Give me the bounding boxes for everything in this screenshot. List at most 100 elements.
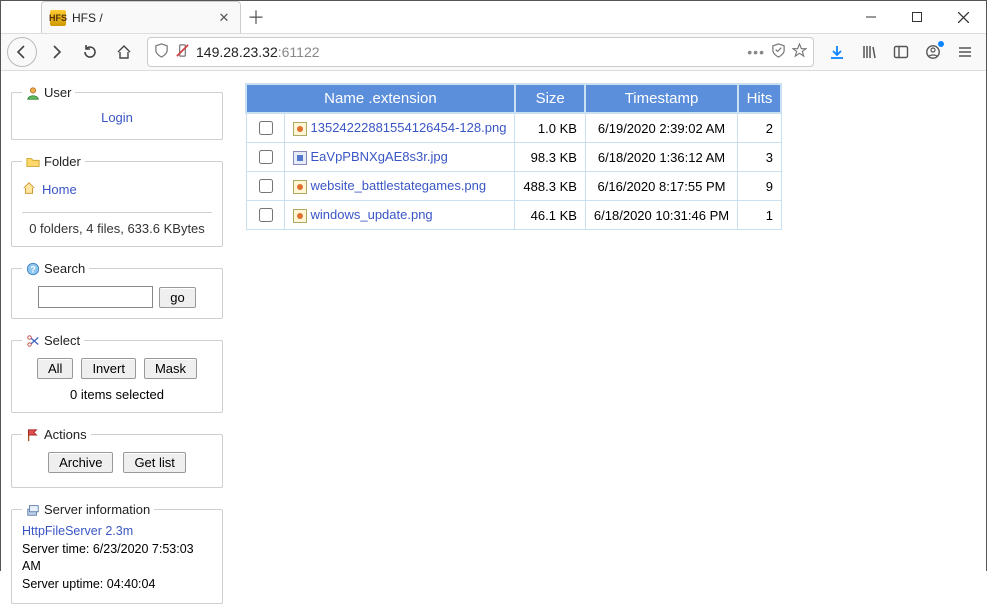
file-hits: 2: [738, 113, 782, 143]
serverinfo-version-link[interactable]: HttpFileServer 2.3m: [22, 524, 133, 538]
col-name-header[interactable]: Name .extension: [246, 84, 515, 113]
file-size: 98.3 KB: [515, 143, 586, 172]
actions-panel: Actions Archive Get list: [11, 427, 223, 488]
file-link[interactable]: EaVpPBNXgAE8s3r.jpg: [311, 149, 448, 164]
actions-legend: Actions: [22, 427, 91, 442]
file-size: 488.3 KB: [515, 172, 586, 201]
login-link[interactable]: Login: [101, 110, 133, 125]
hfs-favicon-icon: HFS: [50, 10, 66, 26]
table-row: website_battlestategames.png 488.3 KB6/16…: [246, 172, 781, 201]
file-icon: [293, 209, 307, 223]
user-icon: [26, 86, 40, 100]
toolbar-right: [822, 37, 980, 67]
nav-home-button[interactable]: [109, 37, 139, 67]
select-panel: Select All Invert Mask 0 items selected: [11, 333, 223, 413]
file-timestamp: 6/18/2020 10:31:46 PM: [585, 201, 737, 230]
col-size-header[interactable]: Size: [515, 84, 586, 113]
user-panel: User Login: [11, 85, 223, 140]
window-minimize-button[interactable]: [848, 1, 894, 33]
table-row: 13524222881554126454-128.png 1.0 KB6/19/2…: [246, 113, 781, 143]
col-timestamp-header[interactable]: Timestamp: [585, 84, 737, 113]
browser-toolbar: 149.28.23.32:61122 •••: [1, 33, 986, 71]
file-link[interactable]: website_battlestategames.png: [311, 178, 487, 193]
bookmark-star-icon[interactable]: [792, 43, 807, 61]
row-checkbox[interactable]: [259, 208, 273, 222]
nav-reload-button[interactable]: [75, 37, 105, 67]
account-icon[interactable]: [918, 37, 948, 67]
file-size: 1.0 KB: [515, 113, 586, 143]
window-titlebar: HFS HFS / ✕ ＋: [1, 1, 986, 33]
folder-panel: Folder Home 0 folders, 4 files, 633.6 KB…: [11, 154, 223, 247]
select-invert-button[interactable]: Invert: [81, 358, 136, 379]
account-notification-dot-icon: [938, 41, 944, 47]
file-timestamp: 6/18/2020 1:36:12 AM: [585, 143, 737, 172]
file-hits: 3: [738, 143, 782, 172]
search-panel: ? Search go: [11, 261, 223, 319]
serverinfo-panel: Server information HttpFileServer 2.3m S…: [11, 502, 223, 604]
file-link[interactable]: windows_update.png: [311, 207, 433, 222]
page-actions-icon[interactable]: •••: [747, 44, 765, 60]
server-uptime: Server uptime: 04:40:04: [22, 577, 155, 591]
getlist-button[interactable]: Get list: [123, 452, 185, 473]
server-icon: [26, 503, 40, 517]
nav-forward-button[interactable]: [41, 37, 71, 67]
library-icon[interactable]: [854, 37, 884, 67]
home-link[interactable]: Home: [42, 182, 77, 197]
address-bar[interactable]: 149.28.23.32:61122 •••: [147, 37, 814, 67]
tracking-shield-icon[interactable]: [154, 43, 169, 61]
help-icon: ?: [26, 262, 40, 276]
search-legend: ? Search: [22, 261, 89, 276]
page-content: User Login Folder Home 0 folders, 4 file…: [1, 71, 986, 572]
sidebar-toggle-icon[interactable]: [886, 37, 916, 67]
nav-back-button[interactable]: [7, 37, 37, 67]
file-icon: [293, 122, 307, 136]
user-legend: User: [22, 85, 75, 100]
file-listing: Name .extension Size Timestamp Hits 1352…: [233, 71, 986, 572]
flag-icon: [26, 428, 40, 442]
files-table: Name .extension Size Timestamp Hits 1352…: [245, 83, 782, 230]
row-checkbox[interactable]: [259, 121, 273, 135]
permissions-icon[interactable]: [175, 43, 190, 61]
search-input[interactable]: [38, 286, 153, 308]
app-menu-icon[interactable]: [950, 37, 980, 67]
url-text: 149.28.23.32:61122: [196, 44, 741, 60]
home-icon: [22, 181, 36, 198]
svg-text:?: ?: [30, 264, 35, 274]
scissors-icon: [26, 334, 40, 348]
file-hits: 1: [738, 201, 782, 230]
file-icon: [293, 151, 307, 165]
file-timestamp: 6/16/2020 8:17:55 PM: [585, 172, 737, 201]
table-row: windows_update.png 46.1 KB6/18/2020 10:31…: [246, 201, 781, 230]
tab-close-icon[interactable]: ✕: [216, 10, 232, 26]
window-controls: [848, 1, 986, 33]
col-hits-header[interactable]: Hits: [738, 84, 782, 113]
window-maximize-button[interactable]: [894, 1, 940, 33]
file-hits: 9: [738, 172, 782, 201]
select-status: 0 items selected: [22, 387, 212, 402]
downloads-icon[interactable]: [822, 37, 852, 67]
folder-stats: 0 folders, 4 files, 633.6 KBytes: [22, 219, 212, 236]
table-row: EaVpPBNXgAE8s3r.jpg 98.3 KB6/18/2020 1:36…: [246, 143, 781, 172]
search-go-button[interactable]: go: [159, 287, 195, 308]
folder-icon: [26, 155, 40, 169]
window-close-button[interactable]: [940, 1, 986, 33]
server-time: Server time: 6/23/2020 7:53:03 AM: [22, 542, 194, 574]
file-size: 46.1 KB: [515, 201, 586, 230]
file-icon: [293, 180, 307, 194]
file-link[interactable]: 13524222881554126454-128.png: [311, 120, 507, 135]
row-checkbox[interactable]: [259, 150, 273, 164]
serverinfo-legend: Server information: [22, 502, 154, 517]
separator: [22, 212, 212, 213]
file-timestamp: 6/19/2020 2:39:02 AM: [585, 113, 737, 143]
select-mask-button[interactable]: Mask: [144, 358, 197, 379]
row-checkbox[interactable]: [259, 179, 273, 193]
new-tab-button[interactable]: ＋: [241, 1, 271, 33]
hfs-sidebar: User Login Folder Home 0 folders, 4 file…: [1, 71, 233, 572]
select-all-button[interactable]: All: [37, 358, 73, 379]
reader-shield-icon[interactable]: [771, 43, 786, 61]
select-legend: Select: [22, 333, 84, 348]
tab-title: HFS /: [72, 11, 210, 25]
archive-button[interactable]: Archive: [48, 452, 113, 473]
folder-legend: Folder: [22, 154, 85, 169]
browser-tab[interactable]: HFS HFS / ✕: [41, 1, 241, 33]
